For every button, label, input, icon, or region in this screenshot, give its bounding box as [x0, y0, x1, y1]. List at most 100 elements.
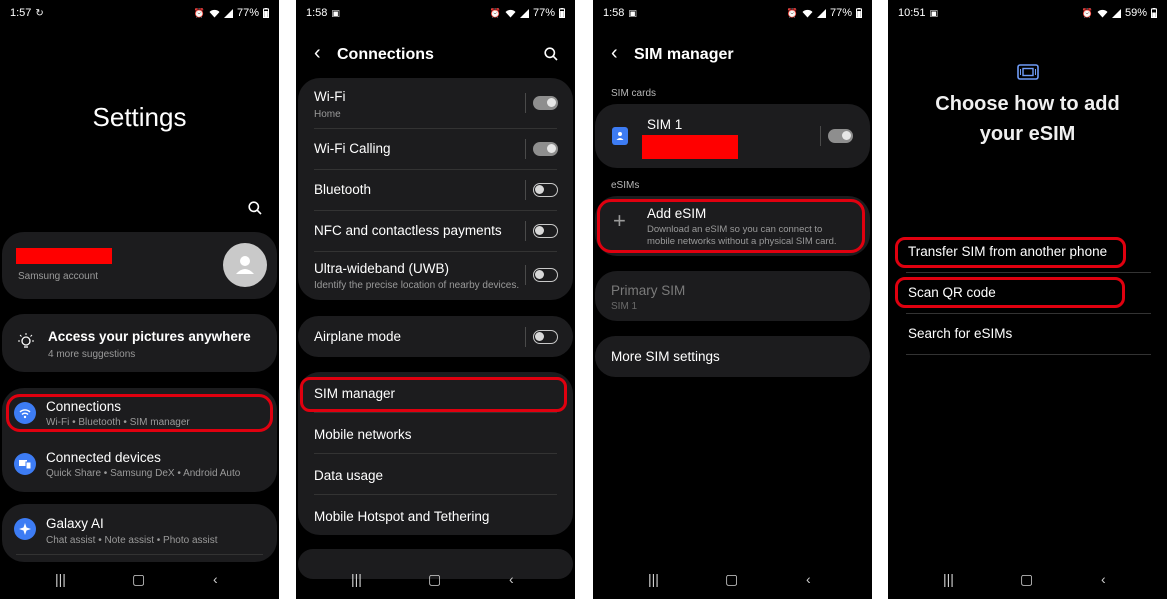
- setting-uwb[interactable]: Ultra-wideband (UWB) Identify the precis…: [298, 260, 573, 294]
- alarm-icon: ⏰: [786, 7, 798, 18]
- back-button[interactable]: ‹: [213, 571, 218, 587]
- phone-connections: 1:58 ▣ ⏰ 77% ‹ Connections Wi-Fi Home Wi-…: [296, 0, 575, 599]
- page-title-line-2: your eSIM: [979, 123, 1076, 145]
- home-button[interactable]: ▢: [725, 571, 738, 588]
- wifi-status-icon: [209, 9, 220, 17]
- status-bar: 10:51 ▣ ⏰ 59%: [888, 0, 1167, 26]
- item-sub: Quick Share • Samsung DeX • Android Auto: [46, 468, 241, 479]
- home-button[interactable]: ▢: [1020, 571, 1033, 588]
- wifi-status-icon: [802, 9, 813, 17]
- setting-airplane[interactable]: Airplane mode: [298, 322, 573, 352]
- person-icon: [236, 256, 254, 274]
- setting-sub: Identify the precise location of nearby …: [314, 280, 520, 291]
- divider: [906, 354, 1151, 355]
- sim-1-toggle[interactable]: [828, 129, 853, 143]
- image-icon: ▣: [628, 7, 637, 18]
- back-arrow-icon[interactable]: ‹: [611, 42, 618, 65]
- battery-percent: 77%: [829, 7, 852, 19]
- option-search-esims[interactable]: Search for eSIMs: [906, 322, 1149, 348]
- battery-percent: 77%: [236, 7, 259, 19]
- divider: [525, 180, 526, 200]
- bluetooth-toggle[interactable]: [533, 183, 558, 197]
- item-title: Galaxy AI: [46, 516, 104, 531]
- home-button[interactable]: ▢: [428, 571, 441, 588]
- setting-title: Bluetooth: [314, 182, 372, 197]
- highlight-add-esim: [597, 199, 865, 253]
- status-time: 10:51: [898, 7, 926, 19]
- divider: [314, 494, 557, 495]
- recents-button[interactable]: |||: [351, 571, 362, 587]
- wifi-calling-toggle[interactable]: [533, 142, 558, 156]
- airplane-toggle[interactable]: [533, 330, 558, 344]
- sparkle-icon: [14, 518, 36, 540]
- setting-sub: Home: [314, 109, 341, 120]
- wifi-status-icon: [505, 9, 516, 17]
- back-button[interactable]: ‹: [806, 571, 811, 587]
- nav-bar: ||| ▢ ‹: [593, 559, 872, 599]
- more-sim-settings-row[interactable]: More SIM settings: [595, 345, 870, 369]
- divider: [906, 313, 1151, 314]
- recents-button[interactable]: |||: [648, 571, 659, 587]
- image-icon: ▣: [929, 7, 939, 18]
- back-button[interactable]: ‹: [509, 571, 514, 587]
- search-icon[interactable]: [544, 47, 558, 61]
- uwb-toggle[interactable]: [533, 268, 558, 282]
- signal-icon: [223, 8, 233, 18]
- status-time: 1:58: [603, 7, 625, 19]
- divider: [906, 272, 1151, 273]
- status-time: 1:58: [306, 7, 328, 19]
- battery-percent: 77%: [532, 7, 555, 19]
- page-title-line-1: Choose how to add: [935, 93, 1120, 115]
- sim-1-row[interactable]: SIM 1: [595, 112, 870, 162]
- sim-card: SIM 1: [595, 104, 870, 168]
- suggestion-sub: 4 more suggestions: [48, 349, 136, 360]
- back-arrow-icon[interactable]: ‹: [314, 42, 321, 65]
- page-title: Connections: [337, 46, 434, 63]
- section-label-esims: eSIMs: [611, 180, 640, 191]
- wifi-toggle[interactable]: [533, 96, 558, 110]
- divider: [525, 139, 526, 159]
- home-button[interactable]: ▢: [132, 571, 145, 588]
- phone-add-esim: 10:51 ▣ ⏰ 59% Choose how to add your eSIM…: [888, 0, 1167, 599]
- setting-title: Wi-Fi Calling: [314, 141, 391, 156]
- avatar[interactable]: [223, 243, 267, 287]
- back-button[interactable]: ‹: [1101, 571, 1106, 587]
- sim-title: SIM 1: [647, 117, 683, 132]
- primary-sim-card: Primary SIM SIM 1: [595, 271, 870, 321]
- settings-item-connected-devices[interactable]: Connected devices Quick Share • Samsung …: [2, 449, 277, 481]
- suggestion-card[interactable]: Access your pictures anywhere 4 more sug…: [2, 314, 277, 372]
- section-label-sim-cards: SIM cards: [611, 88, 657, 99]
- setting-bluetooth[interactable]: Bluetooth: [298, 177, 573, 207]
- redacted-number: [642, 135, 738, 159]
- suggestion-title: Access your pictures anywhere: [48, 329, 251, 344]
- search-icon[interactable]: [248, 201, 262, 215]
- nav-bar: ||| ▢ ‹: [296, 559, 575, 599]
- divider: [314, 453, 557, 454]
- setting-title: Mobile networks: [314, 427, 412, 442]
- primary-sim-row[interactable]: Primary SIM SIM 1: [595, 281, 870, 313]
- setting-mobile-networks[interactable]: Mobile networks: [298, 425, 573, 449]
- setting-data-usage[interactable]: Data usage: [298, 466, 573, 490]
- battery-icon: [856, 8, 862, 18]
- recents-button[interactable]: |||: [943, 571, 954, 587]
- nav-bar: ||| ▢ ‹: [888, 559, 1167, 599]
- account-card[interactable]: Samsung account: [2, 232, 277, 299]
- esim-chip-icon: [1017, 64, 1039, 80]
- battery-icon: [1151, 8, 1157, 18]
- setting-title: Wi-Fi: [314, 89, 346, 104]
- setting-wifi[interactable]: Wi-Fi Home: [298, 88, 573, 122]
- setting-hotspot[interactable]: Mobile Hotspot and Tethering: [298, 507, 573, 531]
- divider: [525, 327, 526, 347]
- airplane-card: Airplane mode: [298, 316, 573, 357]
- setting-nfc[interactable]: NFC and contactless payments: [298, 218, 573, 248]
- recents-button[interactable]: |||: [55, 571, 66, 587]
- phone-settings: 1:57 ↻ ⏰ 77% Settings Samsung account Acc…: [0, 0, 279, 599]
- image-icon: ▣: [331, 7, 340, 18]
- setting-wifi-calling[interactable]: Wi-Fi Calling: [298, 136, 573, 166]
- sim-icon: [612, 127, 628, 145]
- account-label: Samsung account: [18, 271, 99, 282]
- alarm-icon: ⏰: [489, 7, 501, 18]
- settings-item-galaxy-ai[interactable]: Galaxy AI Chat assist • Note assist • Ph…: [2, 514, 277, 546]
- battery-icon: [559, 8, 565, 18]
- nfc-toggle[interactable]: [533, 224, 558, 238]
